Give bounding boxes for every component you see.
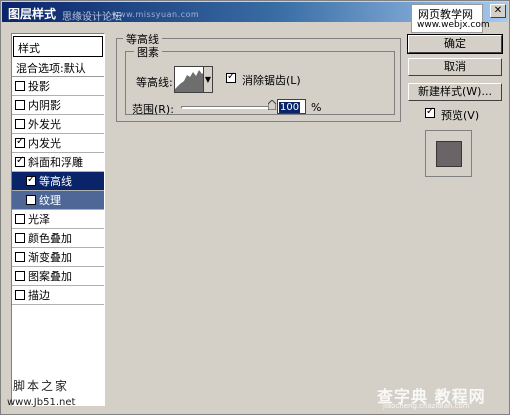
- style-item-label: 纹理: [39, 194, 61, 207]
- group-title: 图素: [134, 44, 162, 60]
- style-item-label: 描边: [28, 289, 50, 302]
- pattern-overlay-checkbox[interactable]: [15, 271, 25, 281]
- contour-curve-icon: [175, 70, 203, 92]
- satin-checkbox[interactable]: [15, 214, 25, 224]
- antialias-checkbox[interactable]: [226, 71, 236, 83]
- range-input[interactable]: 100: [277, 99, 306, 114]
- range-value: 100: [279, 102, 301, 113]
- style-item-texture[interactable]: 纹理: [12, 191, 104, 210]
- stroke-checkbox[interactable]: [15, 290, 25, 300]
- contour-panel: 等高线 图素 等高线: ▼ 消除锯齿(L) 范围(R): 100 %: [116, 31, 401, 122]
- style-item-contour[interactable]: 等高线: [12, 172, 104, 191]
- watermark-box-line2: www.webjx.com: [417, 20, 490, 30]
- style-item-label: 图案叠加: [28, 270, 72, 283]
- style-item-inner-glow[interactable]: 内发光: [12, 134, 104, 153]
- ok-button[interactable]: 确定: [407, 34, 503, 54]
- style-item-gradient-overlay[interactable]: 渐变叠加: [12, 248, 104, 267]
- elements-group: 图素 等高线: ▼ 消除锯齿(L) 范围(R): 100 %: [125, 44, 395, 116]
- contour-checkbox[interactable]: [26, 174, 36, 186]
- contour-preview[interactable]: [174, 66, 204, 93]
- style-preview-thumbnail: [425, 130, 472, 177]
- watermark-bottom-left: 脚本之家: [13, 379, 70, 393]
- inner-shadow-checkbox[interactable]: [15, 100, 25, 110]
- contour-label: 等高线:: [136, 76, 173, 89]
- gradient-overlay-checkbox[interactable]: [15, 252, 25, 262]
- close-button[interactable]: ✕: [490, 4, 506, 18]
- close-icon: ✕: [493, 5, 503, 16]
- style-item-label: 光泽: [28, 213, 50, 226]
- texture-checkbox[interactable]: [26, 195, 36, 205]
- blending-options-item[interactable]: 混合选项:默认: [12, 57, 104, 77]
- watermark-bottom-right-url: jiaocheng.chazidian.com: [383, 402, 470, 410]
- new-style-button[interactable]: 新建样式(W)...: [408, 83, 502, 101]
- preview-swatch: [436, 141, 462, 167]
- outer-glow-checkbox[interactable]: [15, 119, 25, 129]
- style-item-outer-glow[interactable]: 外发光: [12, 115, 104, 134]
- range-label: 范围(R):: [132, 103, 174, 116]
- style-item-label: 颜色叠加: [28, 232, 72, 245]
- style-item-label: 投影: [28, 80, 50, 93]
- style-item-satin[interactable]: 光泽: [12, 210, 104, 229]
- range-unit: %: [311, 101, 322, 114]
- preview-checkbox[interactable]: [425, 106, 435, 118]
- title-watermark-url: www.missyuan.com: [112, 10, 200, 19]
- style-item-label: 斜面和浮雕: [28, 156, 83, 169]
- window-title: 图层样式: [8, 7, 57, 21]
- preview-label[interactable]: 预览(V): [441, 107, 479, 123]
- slider-thumb-icon[interactable]: [268, 100, 276, 110]
- drop-shadow-checkbox[interactable]: [15, 81, 25, 91]
- layer-style-dialog: 图层样式 思缘设计论坛 www.missyuan.com 网页教学网 www.w…: [0, 0, 510, 415]
- antialias-label[interactable]: 消除锯齿(L): [242, 72, 301, 88]
- bevel-emboss-checkbox[interactable]: [15, 155, 25, 167]
- style-item-label: 内发光: [28, 137, 61, 150]
- style-item-drop-shadow[interactable]: 投影: [12, 77, 104, 96]
- color-overlay-checkbox[interactable]: [15, 233, 25, 243]
- range-slider-track[interactable]: [181, 106, 273, 109]
- cancel-button[interactable]: 取消: [408, 58, 502, 76]
- style-item-stroke[interactable]: 描边: [12, 286, 104, 305]
- inner-glow-checkbox[interactable]: [15, 136, 25, 148]
- style-item-label: 内阴影: [28, 99, 61, 112]
- style-item-inner-shadow[interactable]: 内阴影: [12, 96, 104, 115]
- style-item-label: 外发光: [28, 118, 61, 131]
- chevron-down-icon: ▼: [204, 75, 212, 84]
- style-item-label: 渐变叠加: [28, 251, 72, 264]
- contour-dropdown[interactable]: ▼: [204, 66, 213, 93]
- style-item-color-overlay[interactable]: 颜色叠加: [12, 229, 104, 248]
- watermark-bottom-left-url: www.Jb51.net: [7, 397, 76, 408]
- style-list-header[interactable]: 样式: [13, 36, 103, 57]
- style-item-pattern-overlay[interactable]: 图案叠加: [12, 267, 104, 286]
- style-list: 样式 混合选项:默认 投影 内阴影 外发光 内发光 斜面和浮雕 等高线 纹理: [11, 33, 105, 406]
- style-item-bevel-emboss[interactable]: 斜面和浮雕: [12, 153, 104, 172]
- style-item-label: 等高线: [39, 175, 72, 188]
- watermark-box: 网页教学网 www.webjx.com: [411, 4, 490, 33]
